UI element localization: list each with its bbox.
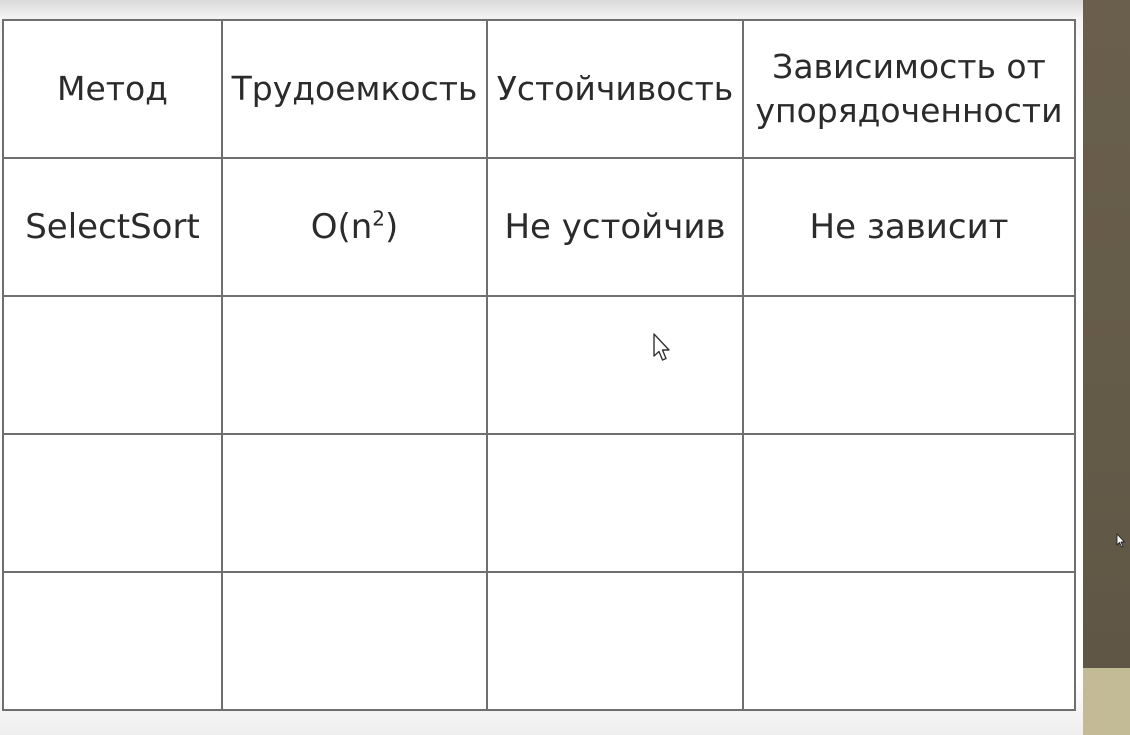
table-row: SelectSort O(n2) Не устойчив Не зависит: [2, 157, 1076, 297]
complexity-exponent: 2: [372, 206, 386, 231]
cell-method: [2, 433, 223, 573]
table-row: [2, 433, 1076, 573]
mouse-cursor-icon: [1116, 533, 1125, 548]
table-row: [2, 295, 1076, 435]
header-method: Метод: [2, 19, 223, 159]
header-complexity: Трудоемкость: [221, 19, 488, 159]
header-stability: Устойчивость: [486, 19, 744, 159]
complexity-close: ): [385, 207, 399, 247]
side-panel-strip: [1083, 0, 1130, 735]
mouse-cursor-icon: [653, 333, 670, 361]
sorting-methods-table: Метод Трудоемкость Устойчивость Зависимо…: [2, 19, 1076, 711]
side-panel-accent: [1083, 668, 1130, 735]
table-header-row: Метод Трудоемкость Устойчивость Зависимо…: [2, 19, 1076, 159]
cell-method: [2, 295, 223, 435]
cell-complexity: [221, 433, 488, 573]
cell-method: [2, 571, 223, 711]
cell-order-dependency: [742, 295, 1076, 435]
header-order-dependency: Зависимость от упорядоченности: [742, 19, 1076, 159]
cell-method: SelectSort: [2, 157, 223, 297]
sorting-methods-table-container: Метод Трудоемкость Устойчивость Зависимо…: [2, 19, 1076, 711]
table-row: [2, 571, 1076, 711]
cell-order-dependency: Не зависит: [742, 157, 1076, 297]
cell-complexity: [221, 571, 488, 711]
cell-stability: [486, 571, 744, 711]
complexity-base: O(n: [310, 207, 373, 247]
cell-complexity: O(n2): [221, 157, 488, 297]
cell-order-dependency: [742, 433, 1076, 573]
cell-stability: [486, 295, 744, 435]
cell-stability: Не устойчив: [486, 157, 744, 297]
cell-stability: [486, 433, 744, 573]
cell-order-dependency: [742, 571, 1076, 711]
cell-complexity: [221, 295, 488, 435]
